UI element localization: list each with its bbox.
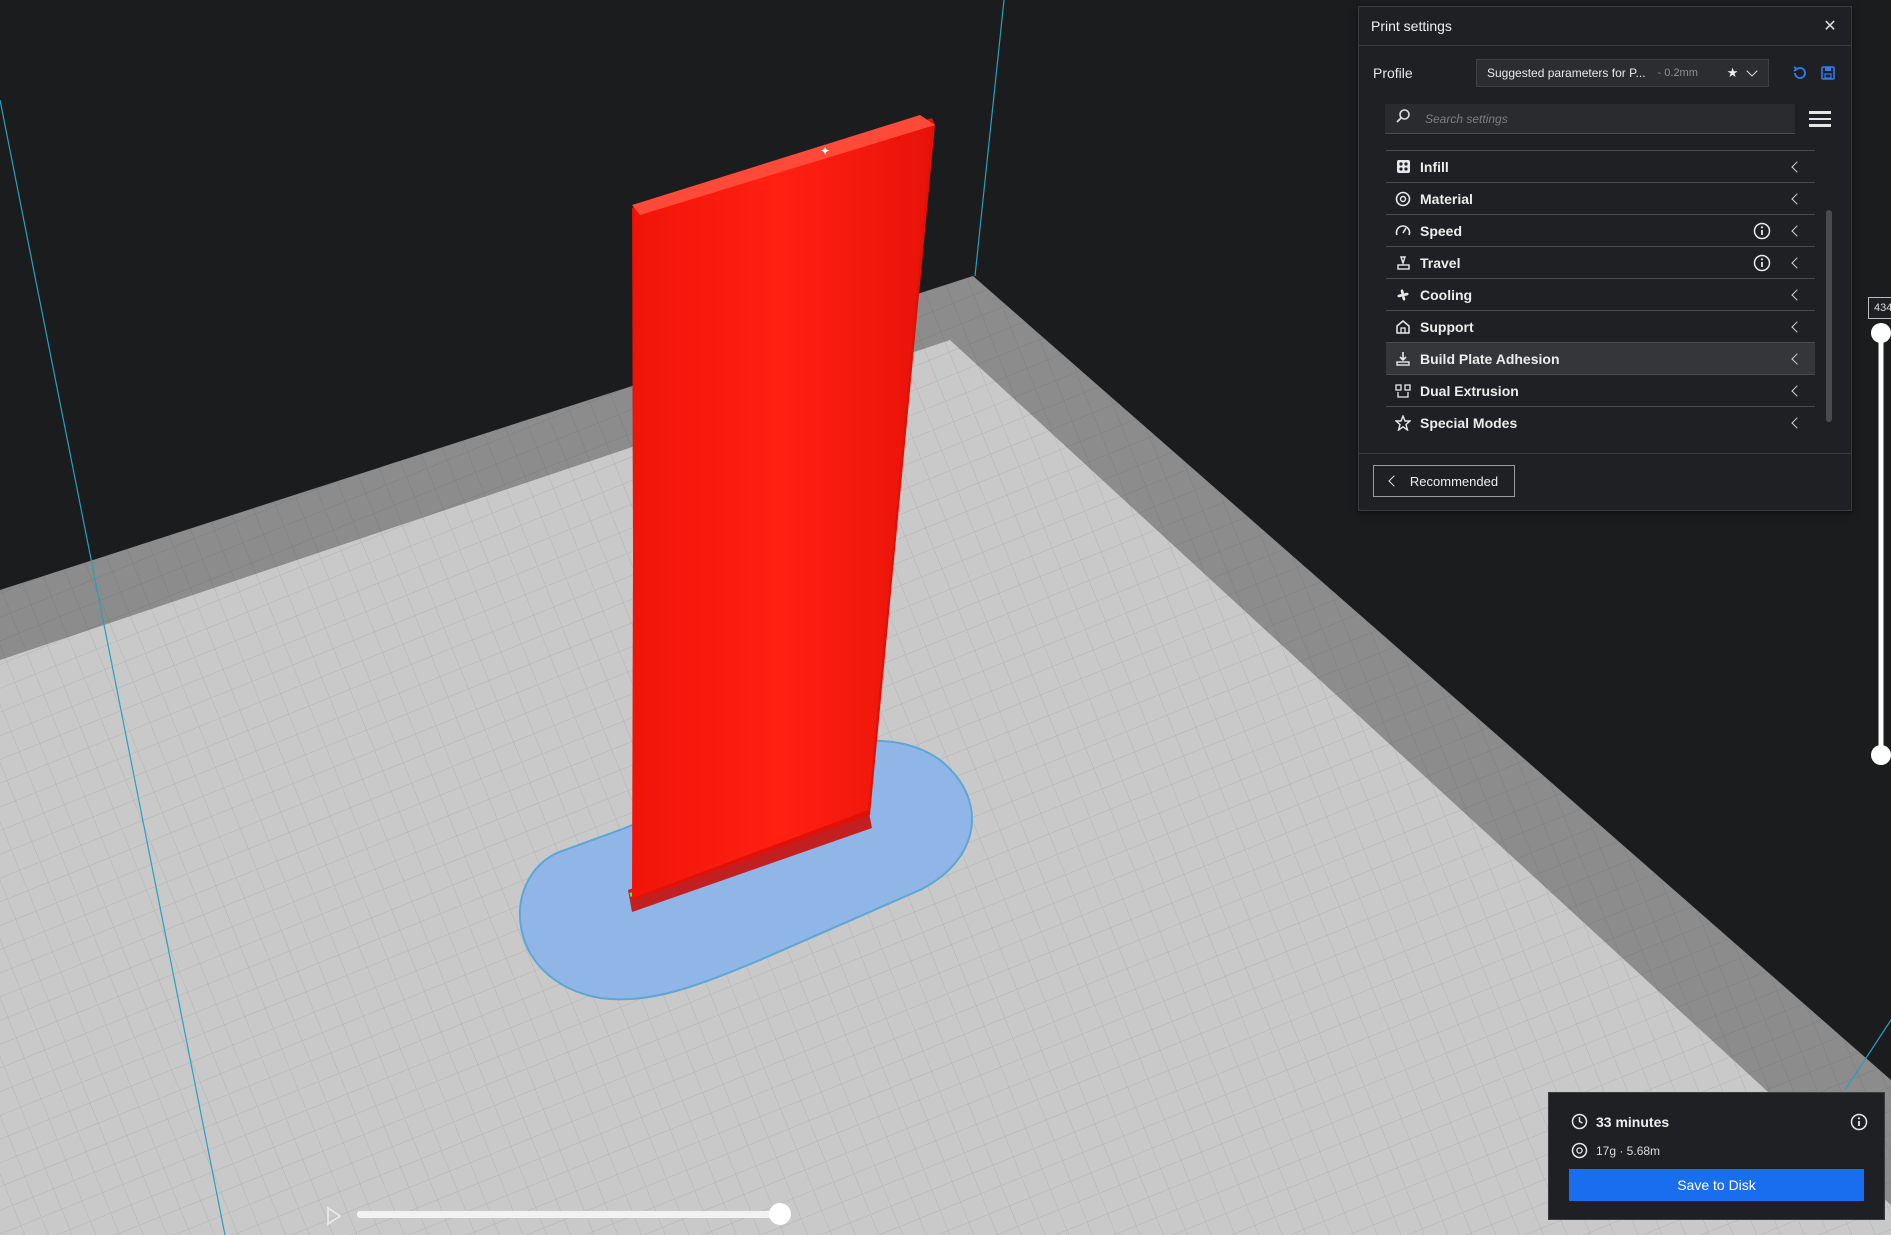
info-icon[interactable] xyxy=(1753,222,1771,240)
search-input[interactable] xyxy=(1423,110,1785,127)
category-support[interactable]: Support xyxy=(1386,311,1815,343)
chevron-left-icon xyxy=(1791,384,1803,397)
chevron-left-icon xyxy=(1791,192,1803,205)
save-to-disk-button[interactable]: Save to Disk xyxy=(1569,1169,1864,1201)
category-cooling[interactable]: Cooling xyxy=(1386,279,1815,311)
category-label: Build Plate Adhesion xyxy=(1420,350,1560,367)
category-label: Travel xyxy=(1420,254,1461,271)
profile-name: Suggested parameters for P... xyxy=(1487,66,1646,80)
category-label: Dual Extrusion xyxy=(1420,382,1519,399)
profile-row: Profile Suggested parameters for P... - … xyxy=(1359,46,1851,100)
settings-scrollbar[interactable] xyxy=(1826,210,1832,422)
model-tip-marker: ✦ xyxy=(820,144,830,158)
save-profile-icon[interactable] xyxy=(1819,64,1837,82)
search-row xyxy=(1359,100,1851,138)
travel-icon xyxy=(1394,254,1412,272)
category-infill[interactable]: Infill xyxy=(1386,151,1815,183)
play-icon[interactable] xyxy=(324,1205,344,1227)
speed-icon xyxy=(1394,222,1412,240)
search-box[interactable] xyxy=(1385,104,1795,134)
layer-slider-top-handle[interactable] xyxy=(1871,323,1891,343)
category-label: Support xyxy=(1420,318,1474,335)
chevron-left-icon xyxy=(1791,320,1803,333)
category-label: Special Modes xyxy=(1420,414,1518,431)
chevron-left-icon xyxy=(1791,256,1803,269)
category-travel[interactable]: Travel xyxy=(1386,247,1815,279)
layer-slider-bottom-handle[interactable] xyxy=(1871,745,1891,765)
category-build-plate-adhesion[interactable]: Build Plate Adhesion xyxy=(1386,343,1815,375)
category-label: Speed xyxy=(1420,222,1463,239)
material-estimate-row: 17g · 5.68m xyxy=(1571,1142,1660,1159)
chevron-left-icon xyxy=(1791,224,1803,237)
category-material[interactable]: Material xyxy=(1386,183,1815,215)
support-icon xyxy=(1394,318,1412,336)
profile-label: Profile xyxy=(1373,65,1413,81)
adhesion-icon xyxy=(1394,350,1412,368)
material-usage: 17g · 5.68m xyxy=(1596,1143,1661,1158)
star-icon xyxy=(1394,414,1412,432)
panel-footer: Recommended xyxy=(1359,453,1851,512)
build-volume-edge xyxy=(974,0,1005,277)
panel-title: Print settings xyxy=(1371,18,1452,34)
category-label: Material xyxy=(1420,190,1473,207)
dual-extrusion-icon xyxy=(1394,382,1412,400)
chevron-down-icon xyxy=(1746,65,1759,77)
close-icon[interactable]: ✕ xyxy=(1821,16,1839,36)
material-icon xyxy=(1394,190,1412,208)
infill-icon xyxy=(1394,158,1412,176)
recommended-button[interactable]: Recommended xyxy=(1373,465,1515,497)
print-estimate-panel: 33 minutes 17g · 5.68m Save to Disk xyxy=(1548,1092,1885,1220)
chevron-left-icon xyxy=(1791,416,1803,429)
panel-header: Print settings ✕ xyxy=(1359,7,1851,46)
settings-menu-icon[interactable] xyxy=(1809,107,1831,131)
chevron-left-icon xyxy=(1388,475,1400,487)
profile-dropdown[interactable]: Suggested parameters for P... - 0.2mm ★ xyxy=(1476,59,1770,87)
category-label: Infill xyxy=(1420,158,1449,175)
material-icon xyxy=(1571,1142,1588,1159)
timeline-handle[interactable] xyxy=(769,1203,791,1225)
category-label: Cooling xyxy=(1420,286,1473,303)
simulation-timeline[interactable] xyxy=(357,1211,781,1218)
info-icon[interactable] xyxy=(1850,1113,1868,1131)
chevron-left-icon xyxy=(1791,160,1803,173)
recommended-label: Recommended xyxy=(1409,473,1499,489)
list-divider xyxy=(1386,140,1815,151)
print-time: 33 minutes xyxy=(1596,1113,1670,1130)
profile-layer-height: - 0.2mm xyxy=(1657,67,1698,79)
chevron-left-icon xyxy=(1791,352,1803,365)
layer-number-badge[interactable]: 434 xyxy=(1868,297,1891,319)
time-estimate-row: 33 minutes xyxy=(1571,1113,1669,1130)
print-settings-panel: Print settings ✕ Profile Suggested param… xyxy=(1358,6,1852,511)
category-special-modes[interactable]: Special Modes xyxy=(1386,407,1815,438)
category-speed[interactable]: Speed xyxy=(1386,215,1815,247)
chevron-left-icon xyxy=(1791,288,1803,301)
category-dual-extrusion[interactable]: Dual Extrusion xyxy=(1386,375,1815,407)
settings-category-list: Infill Material Speed Travel Cooling Sup… xyxy=(1386,140,1815,438)
search-icon xyxy=(1395,108,1411,129)
clock-icon xyxy=(1571,1113,1588,1130)
cooling-icon xyxy=(1394,286,1412,304)
info-icon[interactable] xyxy=(1753,254,1771,272)
favorite-star-icon[interactable]: ★ xyxy=(1727,65,1739,81)
reset-icon[interactable] xyxy=(1791,64,1809,82)
